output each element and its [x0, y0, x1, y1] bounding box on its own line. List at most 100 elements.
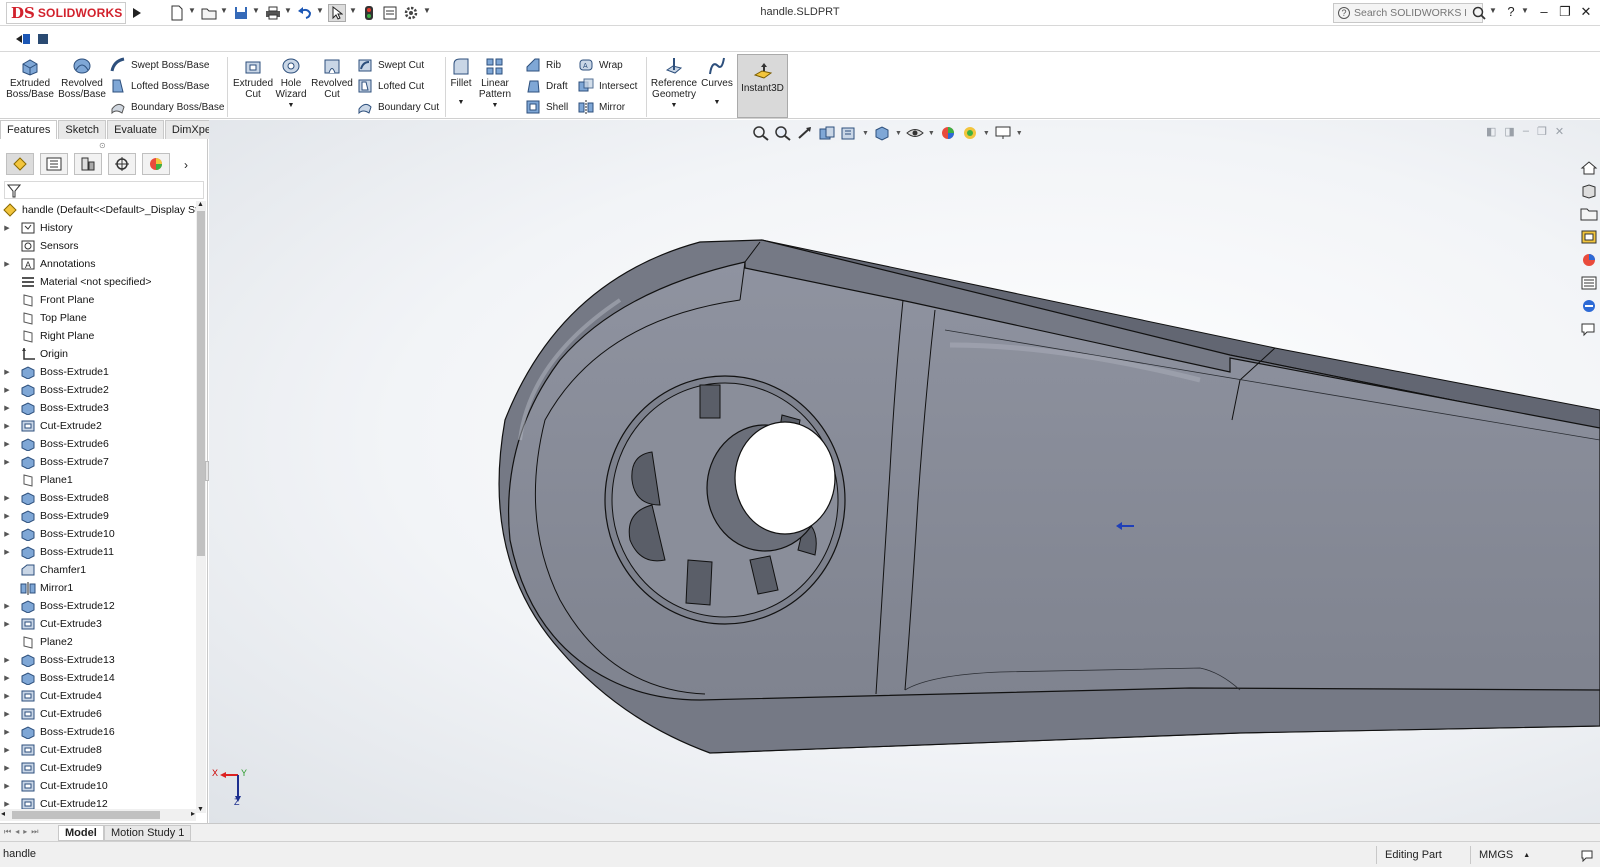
expand-arrow-icon[interactable]: ▶ — [0, 800, 14, 808]
last-tab-icon[interactable]: ⏭ — [31, 827, 38, 837]
tab-configuration-manager[interactable] — [74, 153, 102, 175]
first-tab-icon[interactable]: ⏮ — [4, 827, 11, 837]
expand-arrow-icon[interactable]: ▶ — [0, 548, 14, 556]
section-view-icon[interactable] — [818, 125, 836, 141]
lofted-boss-button[interactable]: Lofted Boss/Base — [110, 77, 209, 95]
zoom-to-area-icon[interactable] — [774, 125, 792, 141]
select-caret-icon[interactable]: ▼ — [349, 6, 357, 15]
viewport-close-icon[interactable]: ✕ — [1555, 125, 1564, 138]
select-pointer-icon[interactable] — [328, 4, 346, 22]
tab-feature-manager[interactable] — [6, 153, 34, 175]
expand-arrow-icon[interactable]: ▶ — [0, 764, 14, 772]
design-library-icon[interactable] — [1580, 183, 1598, 199]
tree-item-boss-extrude1[interactable]: ▶ Boss-Extrude1 — [0, 363, 196, 381]
tree-item-cut-extrude4[interactable]: ▶ Cut-Extrude4 — [0, 687, 196, 705]
dynamic-annotation-view-icon[interactable] — [840, 125, 858, 141]
expand-arrow-icon[interactable]: ▶ — [0, 458, 14, 466]
scroll-thumb[interactable] — [12, 811, 160, 819]
tree-item-cut-extrude9[interactable]: ▶ Cut-Extrude9 — [0, 759, 196, 777]
tree-item-boss-extrude7[interactable]: ▶ Boss-Extrude7 — [0, 453, 196, 471]
tree-item-boss-extrude12[interactable]: ▶ Boss-Extrude12 — [0, 597, 196, 615]
help-menu-icon[interactable]: ? — [1502, 4, 1520, 22]
revolved-boss-button[interactable]: Revolved Boss/Base — [58, 56, 106, 100]
open-folder-icon[interactable] — [200, 4, 218, 22]
expand-arrow-icon[interactable]: ▶ — [0, 368, 14, 376]
handle-model-3d[interactable] — [209, 120, 1600, 823]
status-units[interactable]: MMGS ▲ — [1470, 846, 1560, 864]
tree-item-top-plane[interactable]: Top Plane — [0, 309, 196, 327]
swept-boss-button[interactable]: Swept Boss/Base — [110, 56, 209, 74]
new-caret-icon[interactable]: ▼ — [188, 6, 196, 15]
feature-tree-vertical-scrollbar[interactable]: ▲ ▼ — [196, 201, 206, 813]
tree-item-cut-extrude10[interactable]: ▶ Cut-Extrude10 — [0, 777, 196, 795]
minimize-window-icon[interactable]: – — [1535, 4, 1553, 22]
lofted-cut-button[interactable]: Lofted Cut — [357, 77, 424, 95]
wrap-button[interactable]: A Wrap — [578, 56, 623, 74]
print-icon[interactable] — [264, 4, 282, 22]
tab-property-manager[interactable] — [40, 153, 68, 175]
save-caret-icon[interactable]: ▼ — [252, 6, 260, 15]
expand-arrow-icon[interactable]: ▶ — [0, 728, 14, 736]
tree-item-cut-extrude6[interactable]: ▶ Cut-Extrude6 — [0, 705, 196, 723]
tree-item-mirror1[interactable]: Mirror1 — [0, 579, 196, 597]
help-search-input[interactable] — [1354, 7, 1466, 19]
play-arrow-icon[interactable] — [128, 4, 146, 22]
viewport-minimize-icon[interactable]: – — [1523, 125, 1529, 138]
view-orientation-caret-icon[interactable]: ▼ — [862, 130, 869, 137]
expand-arrow-icon[interactable]: ▶ — [0, 512, 14, 520]
tree-item-boss-extrude10[interactable]: ▶ Boss-Extrude10 — [0, 525, 196, 543]
more-tabs-chevron-icon[interactable]: › — [176, 153, 196, 177]
undo-caret-icon[interactable]: ▼ — [316, 6, 324, 15]
solidworks-resources-icon[interactable] — [1580, 298, 1598, 314]
tree-item-boss-extrude8[interactable]: ▶ Boss-Extrude8 — [0, 489, 196, 507]
hole-wizard-button[interactable]: Hole Wizard ▼ — [274, 56, 308, 111]
tree-item-cut-extrude3[interactable]: ▶ Cut-Extrude3 — [0, 615, 196, 633]
tree-item-sensors[interactable]: Sensors — [0, 237, 196, 255]
tree-item-boss-extrude2[interactable]: ▶ Boss-Extrude2 — [0, 381, 196, 399]
new-document-icon[interactable] — [168, 4, 186, 22]
custom-properties-icon[interactable] — [1580, 275, 1598, 291]
feature-tree-filter[interactable] — [4, 181, 204, 199]
panel-toggle-icon[interactable] — [34, 30, 52, 48]
mirror-button[interactable]: Mirror — [578, 98, 625, 116]
file-properties-icon[interactable] — [381, 4, 399, 22]
scroll-up-icon[interactable]: ▲ — [197, 201, 204, 208]
tree-item-boss-extrude9[interactable]: ▶ Boss-Extrude9 — [0, 507, 196, 525]
edit-appearance-icon[interactable] — [939, 125, 957, 141]
extruded-cut-button[interactable]: Extruded Cut — [231, 56, 275, 100]
linear-pattern-caret-icon[interactable]: ▼ — [492, 100, 499, 111]
expand-arrow-icon[interactable]: ▶ — [0, 710, 14, 718]
expand-arrow-icon[interactable]: ▶ — [0, 404, 14, 412]
home-icon[interactable] — [1580, 160, 1598, 176]
reference-geometry-caret-icon[interactable]: ▼ — [671, 100, 678, 111]
file-explorer-icon[interactable] — [1580, 206, 1598, 222]
options-caret-icon[interactable]: ▼ — [423, 6, 431, 15]
tree-item-right-plane[interactable]: Right Plane — [0, 327, 196, 345]
tree-item-history[interactable]: ▶ History — [0, 219, 196, 237]
scroll-thumb[interactable] — [197, 211, 205, 556]
collapse-command-manager-icon[interactable] — [14, 30, 32, 48]
boundary-cut-button[interactable]: Boundary Cut — [357, 98, 439, 116]
previous-view-icon[interactable] — [796, 125, 814, 141]
tab-model[interactable]: Model — [58, 825, 104, 841]
undo-icon[interactable] — [296, 4, 314, 22]
expand-arrow-icon[interactable]: ▶ — [0, 422, 14, 430]
rebuild-traffic-light-icon[interactable] — [360, 4, 378, 22]
curves-button[interactable]: Curves ▼ — [701, 56, 733, 108]
restore-window-icon[interactable]: ❐ — [1556, 4, 1574, 22]
customize-status-icon[interactable] — [1580, 848, 1594, 865]
zoom-to-fit-icon[interactable] — [752, 125, 770, 141]
search-magnifier-icon[interactable] — [1470, 4, 1488, 22]
scroll-right-icon[interactable]: ▸ — [191, 809, 195, 818]
expand-arrow-icon[interactable]: ▶ — [0, 620, 14, 628]
swept-cut-button[interactable]: Swept Cut — [357, 56, 424, 74]
expand-arrow-icon[interactable]: ▶ — [0, 692, 14, 700]
graphics-area[interactable]: X Y Z ◧ ◨ – ❐ ✕ — [209, 120, 1600, 823]
tree-item-front-plane[interactable]: Front Plane — [0, 291, 196, 309]
apply-scene-caret-icon[interactable]: ▼ — [983, 130, 990, 137]
hide-show-caret-icon[interactable]: ▼ — [928, 130, 935, 137]
tree-item-cut-extrude2[interactable]: ▶ Cut-Extrude2 — [0, 417, 196, 435]
view-settings-monitor-icon[interactable] — [994, 125, 1012, 141]
tree-item-boss-extrude11[interactable]: ▶ Boss-Extrude11 — [0, 543, 196, 561]
tree-root-part[interactable]: handle (Default<<Default>_Display Sta — [0, 201, 196, 219]
